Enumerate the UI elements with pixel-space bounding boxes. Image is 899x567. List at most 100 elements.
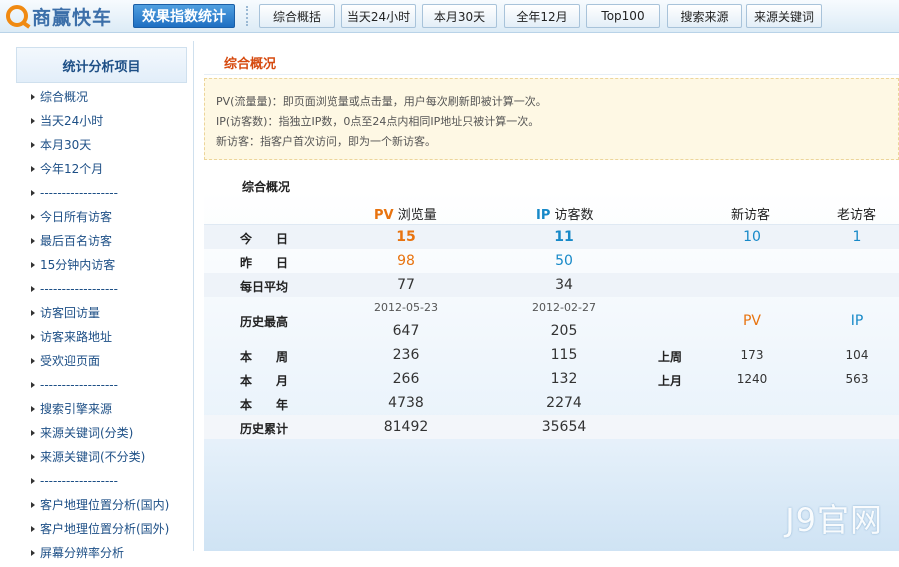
triangle-right-icon: [31, 430, 35, 436]
daily-average-pv: 77: [397, 277, 415, 293]
new-visitors-header: 新访客: [731, 208, 771, 223]
last-month-pv: 1240: [736, 372, 768, 386]
history-total-ip: 35654: [541, 419, 587, 435]
row-label: 本 周: [240, 350, 289, 364]
sidebar-item-visitors-15min[interactable]: 15分钟内访客: [10, 253, 193, 277]
triangle-right-icon: [31, 118, 35, 124]
sidebar-item-keywords-grouped[interactable]: 来源关键词(分类): [10, 421, 193, 445]
sidebar-list: 综合概况 当天24小时 本月30天 今年12个月 ---------------…: [10, 85, 193, 565]
triangle-right-icon: [31, 478, 35, 484]
nav-search-source[interactable]: 搜索来源: [667, 4, 742, 28]
triangle-right-icon: [31, 214, 35, 220]
sidebar-item-search-engines[interactable]: 搜索引擎来源: [10, 397, 193, 421]
sidebar-item-last-100-visitors[interactable]: 最后百名访客: [10, 229, 193, 253]
nav-month-30d[interactable]: 本月30天: [422, 4, 497, 28]
nav-overview[interactable]: 综合概括: [259, 4, 335, 28]
row-label: 本 月: [240, 374, 289, 388]
effect-index-stats-button[interactable]: 效果指数统计: [133, 4, 235, 28]
nav-today-24h[interactable]: 当天24小时: [341, 4, 416, 28]
title-divider: [204, 74, 899, 75]
triangle-right-icon: [31, 550, 35, 556]
row-daily-average: 每日平均 77 34: [204, 273, 899, 297]
old-visitors-header: 老访客: [837, 208, 877, 223]
triangle-right-icon: [31, 238, 35, 244]
nav-source-keywords[interactable]: 来源关键词: [746, 4, 822, 28]
row-label: 每日平均: [240, 280, 289, 294]
today-old-visitors: 1: [852, 229, 862, 245]
sidebar-item-year-12m[interactable]: 今年12个月: [10, 157, 193, 181]
yesterday-ip: 50: [555, 253, 573, 269]
sidebar-item-return-visits[interactable]: 访客回访量: [10, 301, 193, 325]
sidebar-title: 统计分析项目: [16, 47, 187, 83]
stats-header-row: PV 浏览量 IP 访客数 新访客 老访客: [204, 201, 899, 225]
triangle-right-icon: [31, 310, 35, 316]
pv-column-header: PV 浏览量: [374, 208, 437, 223]
row-yesterday: 昨 日 98 50: [204, 249, 899, 273]
triangle-right-icon: [31, 526, 35, 532]
sidebar-item-referrer-urls[interactable]: 访客来路地址: [10, 325, 193, 349]
triangle-right-icon: [31, 502, 35, 508]
this-month-pv: 266: [392, 371, 420, 387]
this-year-pv: 4738: [388, 395, 424, 411]
row-this-month: 本 月 266 132 上月 1240 563: [204, 367, 899, 391]
row-label: 昨 日: [240, 256, 289, 270]
today-pv: 15: [396, 229, 416, 245]
overview-section-label: 综合概况: [242, 180, 291, 194]
triangle-right-icon: [31, 190, 35, 196]
top-toolbar: 商赢快车 效果指数统计 综合概括 当天24小时 本月30天 全年12月 Top1…: [0, 0, 899, 33]
last-week-ip: 104: [845, 348, 869, 362]
sidebar-divider: ------------------: [10, 373, 193, 397]
sidebar-item-popular-pages[interactable]: 受欢迎页面: [10, 349, 193, 373]
logo-text: 商赢快车: [32, 6, 113, 29]
row-history-total: 历史累计 81492 35654: [204, 415, 899, 439]
row-today: 今 日 15 11 10 1: [204, 225, 899, 249]
history-total-pv: 81492: [383, 419, 429, 435]
this-week-pv: 236: [392, 347, 420, 363]
definitions-box: PV(流量量)：即页面浏览量或点击量，用户每次刷新即被计算一次。 IP(访客数)…: [204, 78, 899, 160]
triangle-right-icon: [31, 358, 35, 364]
nav-top100[interactable]: Top100: [586, 4, 660, 28]
page-title: 综合概况: [224, 57, 277, 72]
row-label: 历史最高: [240, 315, 289, 329]
triangle-right-icon: [31, 142, 35, 148]
ip-column-header: IP 访客数: [536, 208, 594, 223]
compare-ip-header: IP: [850, 313, 864, 329]
last-week-label: 上周: [658, 350, 683, 364]
compare-pv-header: PV: [742, 313, 762, 329]
this-week-ip: 115: [550, 347, 578, 363]
sidebar-item-today-24h[interactable]: 当天24小时: [10, 109, 193, 133]
sidebar-item-overview[interactable]: 综合概况: [10, 85, 193, 109]
sidebar-item-all-visitors-today[interactable]: 今日所有访客: [10, 205, 193, 229]
toolbar-separator: [246, 6, 248, 26]
triangle-right-icon: [31, 382, 35, 388]
app-logo: 商赢快车: [6, 3, 112, 29]
definition-pv: PV(流量量)：即页面浏览量或点击量，用户每次刷新即被计算一次。: [216, 95, 547, 108]
row-this-week: 本 周 236 115 上周 173 104: [204, 343, 899, 367]
this-month-ip: 132: [550, 371, 578, 387]
sidebar-divider: ------------------: [10, 469, 193, 493]
definition-new-visitor: 新访客：指客户首次访问，即为一个新访客。: [216, 135, 436, 148]
sidebar-item-keywords-ungrouped[interactable]: 来源关键词(不分类): [10, 445, 193, 469]
watermark: J9官网: [785, 501, 883, 539]
sidebar-item-month-30d[interactable]: 本月30天: [10, 133, 193, 157]
sidebar-item-screen-resolution[interactable]: 屏幕分辨率分析: [10, 541, 193, 565]
history-max-pv: 647: [392, 323, 420, 339]
last-week-pv: 173: [740, 348, 764, 362]
definition-ip: IP(访客数)：指独立IP数，0点至24点内相同IP地址只被计算一次。: [216, 115, 540, 128]
last-month-label: 上月: [658, 374, 683, 388]
last-month-ip: 563: [845, 372, 869, 386]
sidebar-item-geo-foreign[interactable]: 客户地理位置分析(国外): [10, 517, 193, 541]
nav-year-12m[interactable]: 全年12月: [504, 4, 580, 28]
main-panel: 综合概况 PV(流量量)：即页面浏览量或点击量，用户每次刷新即被计算一次。 IP…: [204, 41, 899, 551]
history-max-ip: 205: [550, 323, 578, 339]
triangle-right-icon: [31, 94, 35, 100]
row-label: 今 日: [240, 232, 289, 246]
triangle-right-icon: [31, 334, 35, 340]
history-max-pv-date: 2012-05-23: [374, 301, 438, 314]
sidebar-item-geo-domestic[interactable]: 客户地理位置分析(国内): [10, 493, 193, 517]
daily-average-ip: 34: [555, 277, 573, 293]
row-label: 历史累计: [240, 422, 289, 436]
yesterday-pv: 98: [397, 253, 415, 269]
sidebar-divider: ------------------: [10, 181, 193, 205]
row-history-max: 历史最高 2012-05-23 647 2012-02-27 205 PV IP: [204, 297, 899, 343]
